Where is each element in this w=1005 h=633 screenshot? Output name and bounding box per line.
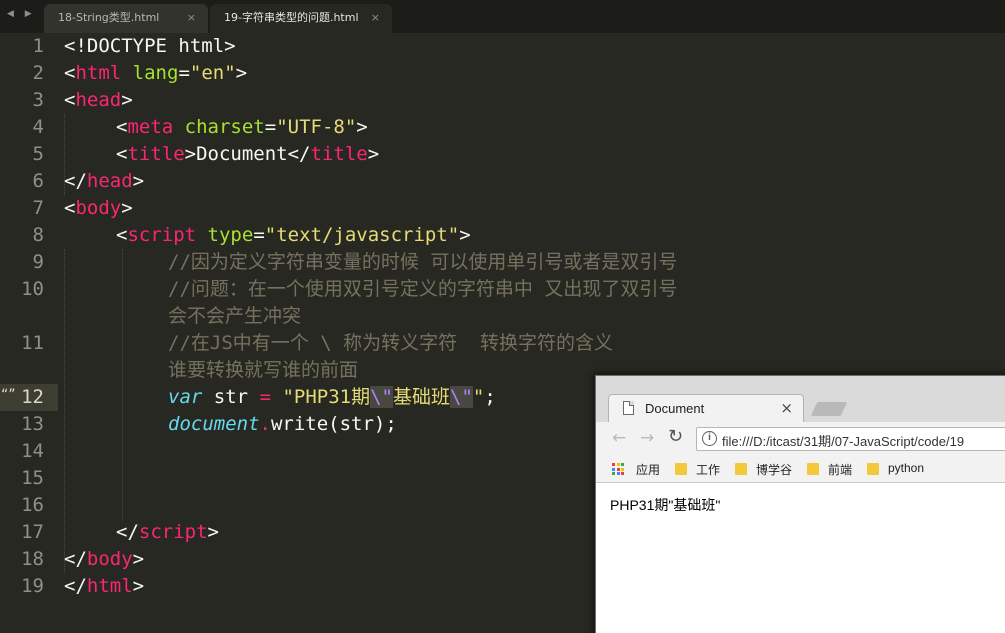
bookmarks-bar: 应用 工作 博学谷 前端 python [596,455,1005,483]
line-number: 7 [32,197,44,219]
code-comment: //问题：在一个使用双引号定义的字符串中 又出现了双引号 [168,278,678,300]
code-line: <meta charset="UTF-8"> [116,116,368,138]
line-number: 14 [21,440,44,462]
code-comment: 会不会产生冲突 [168,305,302,327]
page-icon [623,401,634,415]
line-number: 8 [32,224,44,246]
page-content: PHP31期"基础班" [596,483,1005,633]
close-tab-icon[interactable]: × [780,399,793,417]
close-icon[interactable]: × [371,4,380,31]
code-comment: 谁要转换就写谁的前面 [168,359,359,381]
bookmark-apps[interactable]: 应用 [636,461,660,478]
browser-title-bar: Document × [596,376,1005,422]
code-line: <head> [64,89,133,111]
document-output-text: PHP31期"基础班" [610,497,721,513]
folder-icon [807,463,819,475]
line-number: 17 [21,521,44,543]
line-number: 9 [32,251,44,273]
line-number: 18 [21,548,44,570]
line-number: 19 [21,575,44,597]
line-number: 4 [32,116,44,138]
line-number: 6 [32,170,44,192]
forward-arrow-icon[interactable]: → [640,428,654,448]
browser-window[interactable]: Document × ← → ↻ i file:///D:/itcast/31期… [595,375,1005,633]
folder-icon [867,463,879,475]
indent-guide [122,249,123,519]
line-number: 11 [21,332,44,354]
bookmark-folder-boxuegu[interactable]: 博学谷 [756,461,792,478]
indent-guide [64,249,65,573]
tab-18-string[interactable]: 18-String类型.html × [44,4,208,33]
code-line: <html lang="en"> [64,62,248,84]
browser-tab[interactable]: Document × [608,394,804,422]
line-number: 2 [32,62,44,84]
code-line: </script> [116,521,219,543]
browser-toolbar: ← → ↻ i file:///D:/itcast/31期/07-JavaScr… [596,422,1005,455]
tab-nav-arrows-icon[interactable]: ◀ ▶ [7,9,36,19]
line-number: 10 [21,278,44,300]
code-line: document.write(str); [168,413,397,435]
info-icon[interactable]: i [702,431,717,446]
tab-label: 18-String类型.html [58,11,160,24]
code-line: </body> [64,548,145,570]
code-line: <script type="text/javascript"> [116,224,471,246]
line-number: 5 [32,143,44,165]
line-gutter: “” 1 2 3 4 5 6 7 8 9 10 11 12 13 14 15 1… [0,33,58,633]
code-line: <title>Document</title> [116,143,380,165]
bookmark-folder-frontend[interactable]: 前端 [828,461,852,478]
line-number: 12 [21,386,44,408]
line-number: 13 [21,413,44,435]
tab-label: 19-字符串类型的问题.html [224,11,359,24]
bookmark-folder-python[interactable]: python [888,461,924,475]
folder-icon [675,463,687,475]
url-text[interactable]: file:///D:/itcast/31期/07-JavaScript/code… [722,431,964,450]
line-number: 3 [32,89,44,111]
folder-icon [735,463,747,475]
code-line: </html> [64,575,145,597]
line-number: 1 [32,35,44,57]
address-bar[interactable]: i file:///D:/itcast/31期/07-JavaScript/co… [696,427,1005,451]
code-line-active: var str = "PHP31期\"基础班\""; [168,386,496,408]
line-number: 16 [21,494,44,516]
code-line: <body> [64,197,133,219]
code-comment: //因为定义字符串变量的时候 可以使用单引号或者是双引号 [168,251,678,273]
new-tab-button[interactable] [810,402,848,416]
reload-icon[interactable]: ↻ [668,426,683,447]
code-line: <!DOCTYPE html> [64,35,236,57]
apps-grid-icon[interactable] [612,463,624,475]
tab-19-string-issue[interactable]: 19-字符串类型的问题.html × [210,4,392,33]
close-icon[interactable]: × [187,4,196,31]
back-arrow-icon[interactable]: ← [612,428,626,448]
bookmark-folder-work[interactable]: 工作 [696,461,720,478]
editor-tab-bar: ◀ ▶ 18-String类型.html × 19-字符串类型的问题.html … [0,0,1005,33]
browser-tab-title: Document [645,401,705,416]
line-number: 15 [21,467,44,489]
code-line: </head> [64,170,145,192]
code-comment: //在JS中有一个 \ 称为转义字符 转换字符的含义 [168,332,613,354]
